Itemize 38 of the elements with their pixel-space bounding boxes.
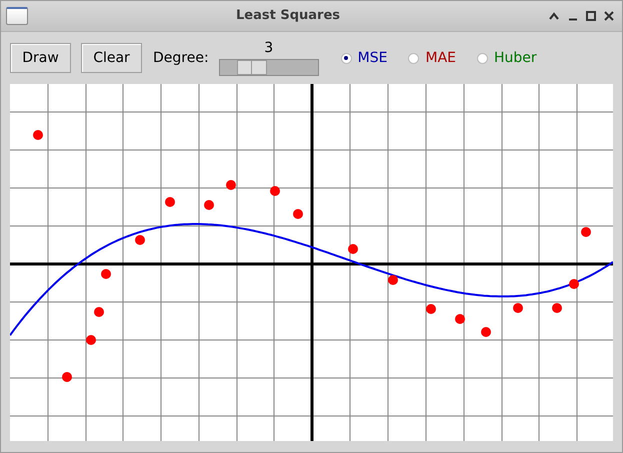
loss-radio[interactable]: MSE: [340, 48, 388, 68]
data-point: [165, 197, 175, 207]
data-point: [86, 335, 96, 345]
data-point: [388, 275, 398, 285]
data-point: [293, 209, 303, 219]
collapse-icon[interactable]: [548, 11, 560, 21]
degree-slider[interactable]: [218, 59, 319, 76]
clear-button[interactable]: Clear: [81, 43, 142, 73]
degree-value: 3: [264, 40, 274, 56]
window-title: Least Squares: [234, 7, 341, 26]
loss-radio[interactable]: MAE: [408, 48, 456, 68]
data-point: [426, 304, 436, 314]
window-icon: [6, 7, 28, 25]
degree-label: Degree:: [153, 48, 209, 68]
data-point: [513, 303, 523, 313]
data-point: [569, 279, 579, 289]
close-icon[interactable]: [604, 11, 614, 21]
data-point: [101, 269, 111, 279]
data-point: [552, 303, 562, 313]
data-point: [455, 314, 465, 324]
data-point: [135, 235, 145, 245]
data-point: [481, 327, 491, 337]
data-point: [204, 200, 214, 210]
data-point: [33, 130, 43, 140]
loss-radio[interactable]: Huber: [477, 48, 537, 68]
data-point: [62, 372, 72, 382]
draw-button[interactable]: Draw: [10, 43, 71, 73]
data-point: [348, 244, 358, 254]
data-point: [94, 307, 104, 317]
maximize-icon[interactable]: [586, 11, 596, 21]
radio-indicator[interactable]: [340, 52, 352, 64]
data-point: [226, 180, 236, 190]
slider-thumb[interactable]: [237, 60, 268, 75]
data-point: [270, 186, 280, 196]
data-point: [581, 227, 591, 237]
radio-indicator[interactable]: [408, 52, 420, 64]
radio-indicator[interactable]: [477, 52, 488, 64]
plot-canvas[interactable]: [10, 84, 613, 441]
